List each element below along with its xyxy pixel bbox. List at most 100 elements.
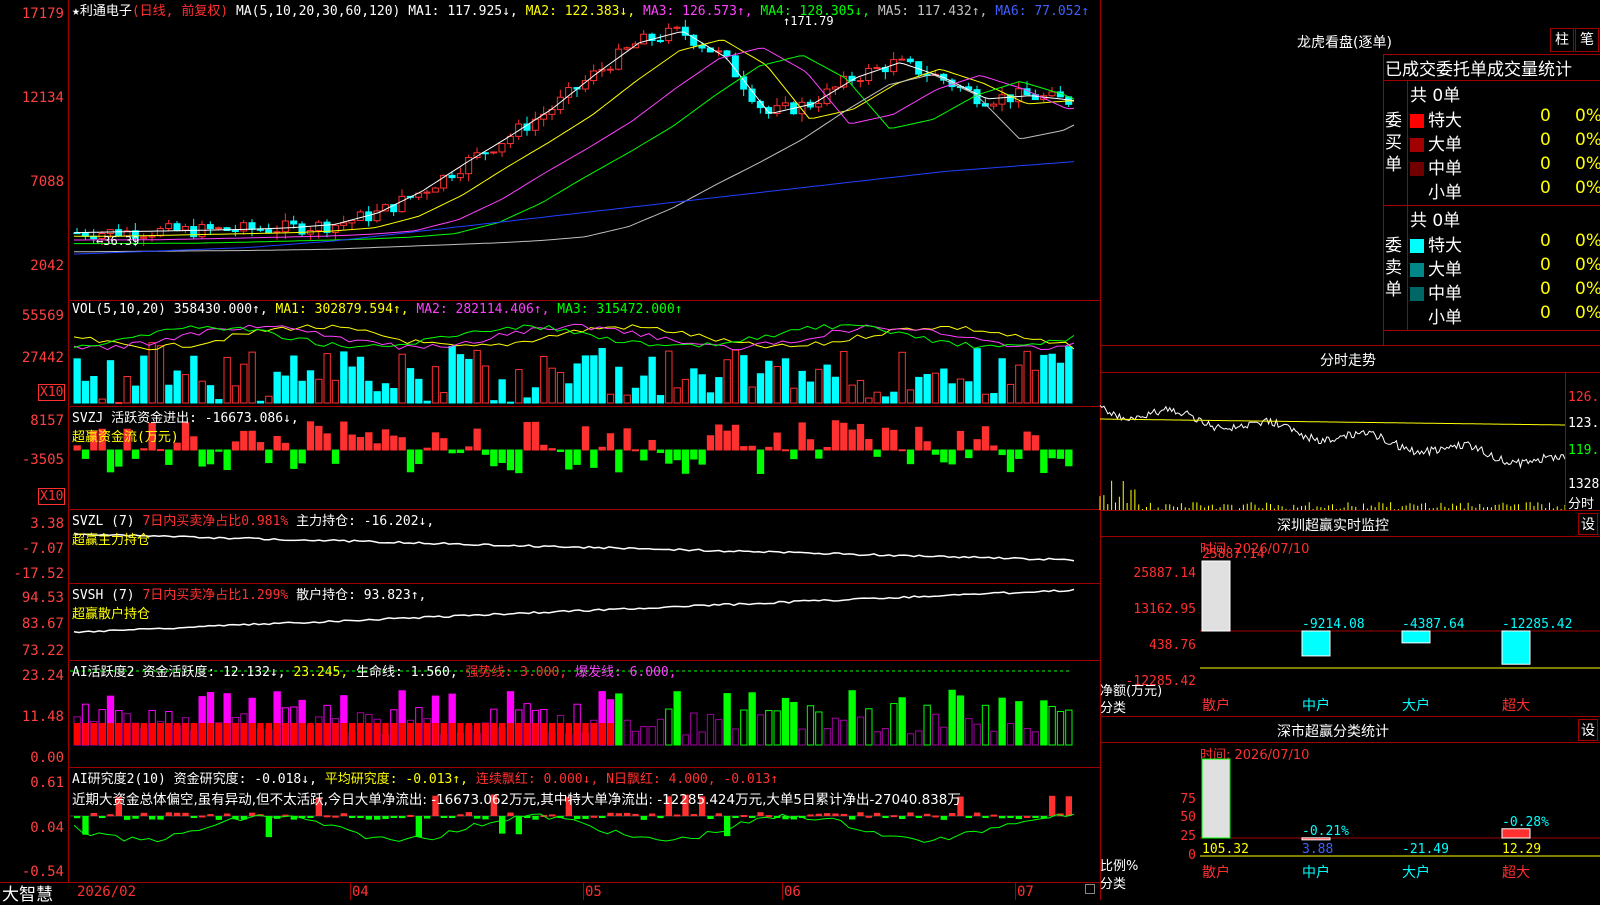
- order-count: 0: [1540, 106, 1551, 126]
- price-axis-1: 12134: [21, 90, 64, 106]
- flow-bar: [998, 449, 1006, 456]
- flow-bar: [398, 437, 406, 451]
- candle: [856, 80, 864, 83]
- activity-bar: [698, 731, 706, 746]
- lock-icon[interactable]: [1085, 884, 1095, 894]
- ai-active-axis-0: 23.24: [21, 668, 64, 684]
- volume-bar: [648, 356, 656, 404]
- flow-bar: [606, 433, 615, 451]
- activity-base-bar: [90, 723, 97, 745]
- buy-total: 共 0单: [1410, 86, 1461, 106]
- activity-bar: [1048, 705, 1056, 746]
- activity-bar: [1056, 710, 1065, 746]
- sz-bar-label: 25887.14: [1202, 547, 1265, 562]
- volume-bar: [931, 372, 940, 404]
- activity-bar: [965, 718, 973, 746]
- activity-base-bar: [365, 723, 372, 745]
- activity-base-bar: [299, 723, 306, 745]
- activity-bar: [956, 695, 965, 746]
- flow-bar: [940, 449, 948, 463]
- research-bar: [265, 816, 272, 838]
- activity-bar: [915, 730, 923, 746]
- flow-bar: [1015, 449, 1023, 459]
- order-stat-row: 特大 0 0%: [1410, 231, 1600, 256]
- order-stat-row: 小单 0 0%: [1410, 178, 1600, 203]
- flow-bar: [556, 449, 565, 452]
- research-bar: [449, 816, 456, 818]
- flow-bar: [323, 433, 331, 451]
- svzj-label: SVZJ: [72, 411, 104, 426]
- date-sep: [350, 882, 351, 900]
- volume-bar: [440, 392, 448, 404]
- ma2-value: MA2: 122.383↓,: [525, 4, 636, 19]
- activity-bar: [1031, 731, 1040, 746]
- intraday-chart[interactable]: [1099, 373, 1566, 510]
- vol-ma3: MA3: 315472.000↑: [557, 302, 683, 317]
- flow-bar: [873, 449, 881, 457]
- activity-bar: [656, 718, 665, 746]
- cls-settings-button[interactable]: 设: [1578, 719, 1598, 741]
- research-bar: [599, 816, 606, 818]
- sz-settings-button[interactable]: 设: [1578, 513, 1598, 535]
- activity-base-bar: [407, 723, 414, 745]
- activity-base-bar: [282, 723, 289, 745]
- flow-bar: [573, 449, 581, 465]
- activity-bar: [873, 731, 881, 746]
- flow-bar: [615, 449, 623, 473]
- volume-bar: [890, 391, 898, 404]
- flow-bar: [498, 449, 506, 463]
- flow-bar: [356, 437, 365, 451]
- flow-bar: [665, 449, 673, 464]
- volume-bar: [581, 355, 590, 404]
- ai-research-red: 连续飘红: 0.000↓,: [475, 772, 599, 787]
- flow-bar: [806, 439, 815, 451]
- tick-mode-button[interactable]: 笔: [1575, 28, 1599, 52]
- activity-base-bar: [574, 723, 581, 745]
- research-bar: [982, 816, 989, 818]
- volume-bar: [873, 391, 881, 404]
- research-bar: [149, 816, 156, 820]
- volume-bar: [431, 366, 440, 404]
- flow-bar: [1023, 431, 1031, 451]
- flow-bar: [773, 432, 781, 451]
- price-high-label: ↑171.79: [783, 14, 834, 28]
- order-percent: 0%: [1575, 130, 1600, 150]
- activity-bar: [681, 734, 690, 746]
- volume-bar: [1056, 362, 1065, 404]
- flow-bar: [1040, 449, 1048, 474]
- activity-base-bar: [265, 723, 272, 745]
- candle: [140, 236, 148, 239]
- volume-bar: [898, 351, 906, 404]
- activity-bar: [881, 728, 890, 746]
- intraday-axis-1: 123.3: [1568, 416, 1600, 431]
- research-bar: [640, 816, 647, 820]
- order-count: 0: [1540, 178, 1551, 198]
- activity-base-bar: [182, 723, 189, 745]
- activity-bar: [690, 712, 698, 746]
- flow-bar: [223, 449, 231, 471]
- candle: [431, 187, 439, 193]
- cls-axis-2: 25: [1180, 829, 1196, 844]
- research-bar: [574, 816, 581, 820]
- flow-bar: [456, 449, 465, 454]
- research-bar: [732, 816, 739, 818]
- bar-mode-button[interactable]: 柱: [1550, 28, 1574, 52]
- vol-header: VOL(5,10,20) 358430.000↑, MA1: 302879.59…: [72, 302, 683, 317]
- research-bar: [82, 816, 89, 835]
- sell-orders-label: 委卖单: [1385, 236, 1402, 300]
- volume-bar: [748, 386, 756, 404]
- research-bar: [690, 814, 697, 817]
- flow-bar: [448, 449, 456, 454]
- svzl-header: SVZL (7) 7日内买卖净占比0.981% 主力持仓: -16.202↓, …: [72, 510, 434, 548]
- volume-bar: [498, 379, 506, 404]
- price-pane[interactable]: [70, 0, 1100, 300]
- color-swatch: [1410, 263, 1424, 277]
- volume-bar: [940, 368, 948, 404]
- volume-bar: [131, 385, 140, 404]
- volume-bar: [715, 377, 723, 404]
- volume-bar: [256, 400, 265, 404]
- vol-ma2: MA2: 282114.406↑,: [416, 302, 550, 317]
- flow-bar: [506, 449, 515, 471]
- activity-base-bar: [565, 723, 572, 745]
- candle: [990, 103, 998, 107]
